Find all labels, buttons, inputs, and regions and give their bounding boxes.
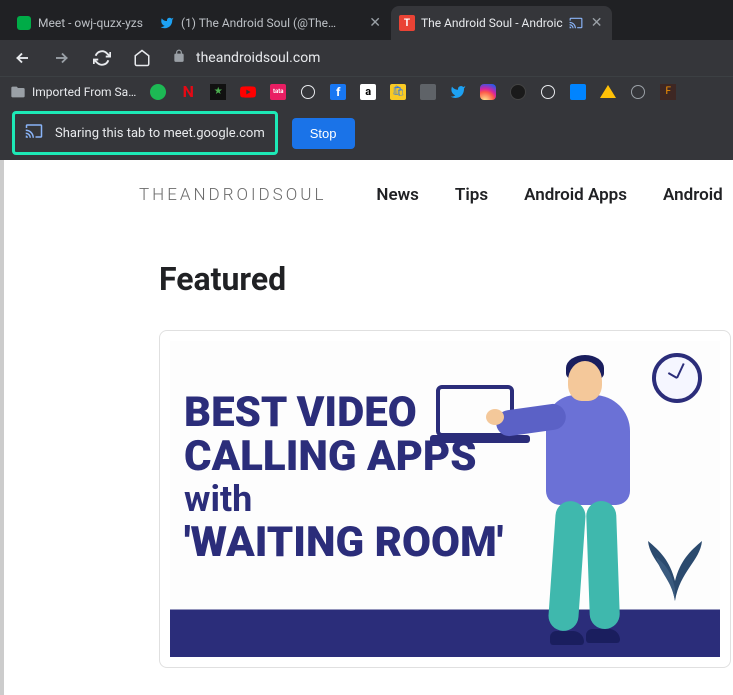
bookmark-tatasky-icon[interactable]: tata <box>270 84 286 100</box>
cast-icon <box>25 122 43 144</box>
forward-button[interactable] <box>48 44 76 72</box>
stop-sharing-button[interactable]: Stop <box>292 118 355 149</box>
tab-meet[interactable]: Meet - owj-quzx-yzs <box>8 6 151 40</box>
close-icon[interactable]: ✕ <box>589 16 605 30</box>
card-headline: BEST VIDEO CALLING APPS with 'WAITING RO… <box>184 391 503 565</box>
browser-toolbar: theandroidsoul.com <box>0 40 733 76</box>
bookmark-blue-icon[interactable] <box>570 84 586 100</box>
site-nav: News Tips Android Apps Android <box>376 185 722 205</box>
site-logo[interactable]: THEANDROIDSOUL <box>139 185 326 205</box>
home-button[interactable] <box>128 44 156 72</box>
bookmark-circle-icon[interactable] <box>630 84 646 100</box>
tab-androidsoul[interactable]: T The Android Soul - Androic ✕ <box>391 6 613 40</box>
sharing-infobar: Sharing this tab to meet.google.com Stop <box>0 106 733 160</box>
meet-icon <box>16 15 32 31</box>
main-content: Featured <box>4 230 733 668</box>
plant-icon <box>640 501 710 611</box>
lock-icon <box>172 49 186 67</box>
folder-icon <box>10 84 26 100</box>
headline-line2: CALLING APPS <box>184 435 503 479</box>
bookmark-label: Imported From Sa… <box>32 85 136 99</box>
site-header: THEANDROIDSOUL News Tips Android Apps An… <box>4 160 733 230</box>
tab-twitter[interactable]: (1) The Android Soul (@TheAn ✕ <box>151 6 391 40</box>
back-button[interactable] <box>8 44 36 72</box>
headline-line3: with <box>184 479 503 520</box>
nav-tips[interactable]: Tips <box>455 185 488 205</box>
reload-button[interactable] <box>88 44 116 72</box>
featured-card[interactable]: BEST VIDEO CALLING APPS with 'WAITING RO… <box>159 330 731 668</box>
bookmark-gray-icon[interactable] <box>420 84 436 100</box>
close-icon[interactable]: ✕ <box>367 16 383 30</box>
bookmark-flipkart-icon[interactable]: 🛍 <box>390 84 406 100</box>
headline-line1: BEST VIDEO <box>184 391 503 435</box>
bookmark-globe2-icon[interactable] <box>540 84 556 100</box>
bookmark-amazon-icon[interactable]: a <box>360 84 376 100</box>
bookmark-brown-icon[interactable]: F <box>660 84 676 100</box>
bookmark-hotstar-icon[interactable]: ★ <box>210 84 226 100</box>
bookmark-spotify-icon[interactable] <box>150 84 166 100</box>
bookmark-globe-icon[interactable] <box>300 84 316 100</box>
clock-icon <box>652 353 702 403</box>
url-text: theandroidsoul.com <box>196 50 320 66</box>
bookmark-twitter-icon[interactable] <box>450 84 466 100</box>
headline-line4: 'WAITING ROOM' <box>184 521 503 565</box>
nav-android[interactable]: Android <box>663 185 723 205</box>
tab-label: The Android Soul - Androic <box>421 16 563 30</box>
featured-heading: Featured <box>159 260 733 298</box>
recording-indicator <box>347 16 361 30</box>
sharing-text: Sharing this tab to meet.google.com <box>55 126 265 141</box>
address-bar[interactable]: theandroidsoul.com <box>168 44 725 72</box>
page-content: THEANDROIDSOUL News Tips Android Apps An… <box>4 160 733 695</box>
page-viewport: THEANDROIDSOUL News Tips Android Apps An… <box>0 160 733 695</box>
bookmark-facebook-icon[interactable]: f <box>330 84 346 100</box>
twitter-icon <box>159 15 175 31</box>
cast-indicator-icon <box>569 16 583 30</box>
bookmark-instagram-icon[interactable] <box>480 84 496 100</box>
bookmark-folder[interactable]: Imported From Sa… <box>10 84 136 100</box>
bookmark-netflix-icon[interactable]: N <box>180 84 196 100</box>
bookmark-youtube-icon[interactable] <box>240 84 256 100</box>
bookmark-dark-icon[interactable] <box>510 84 526 100</box>
tab-strip: Meet - owj-quzx-yzs (1) The Android Soul… <box>0 0 733 40</box>
nav-android-apps[interactable]: Android Apps <box>524 185 627 205</box>
nav-news[interactable]: News <box>376 185 418 205</box>
tab-label: Meet - owj-quzx-yzs <box>38 16 143 30</box>
sharing-highlight: Sharing this tab to meet.google.com <box>12 111 278 155</box>
site-icon: T <box>399 15 415 31</box>
bookmark-drive-icon[interactable] <box>600 84 616 100</box>
card-illustration: BEST VIDEO CALLING APPS with 'WAITING RO… <box>170 341 720 657</box>
person-illustration <box>490 349 640 649</box>
tab-label: (1) The Android Soul (@TheAn <box>181 16 341 30</box>
bookmarks-bar: Imported From Sa… N ★ tata f a 🛍 F <box>0 76 733 106</box>
